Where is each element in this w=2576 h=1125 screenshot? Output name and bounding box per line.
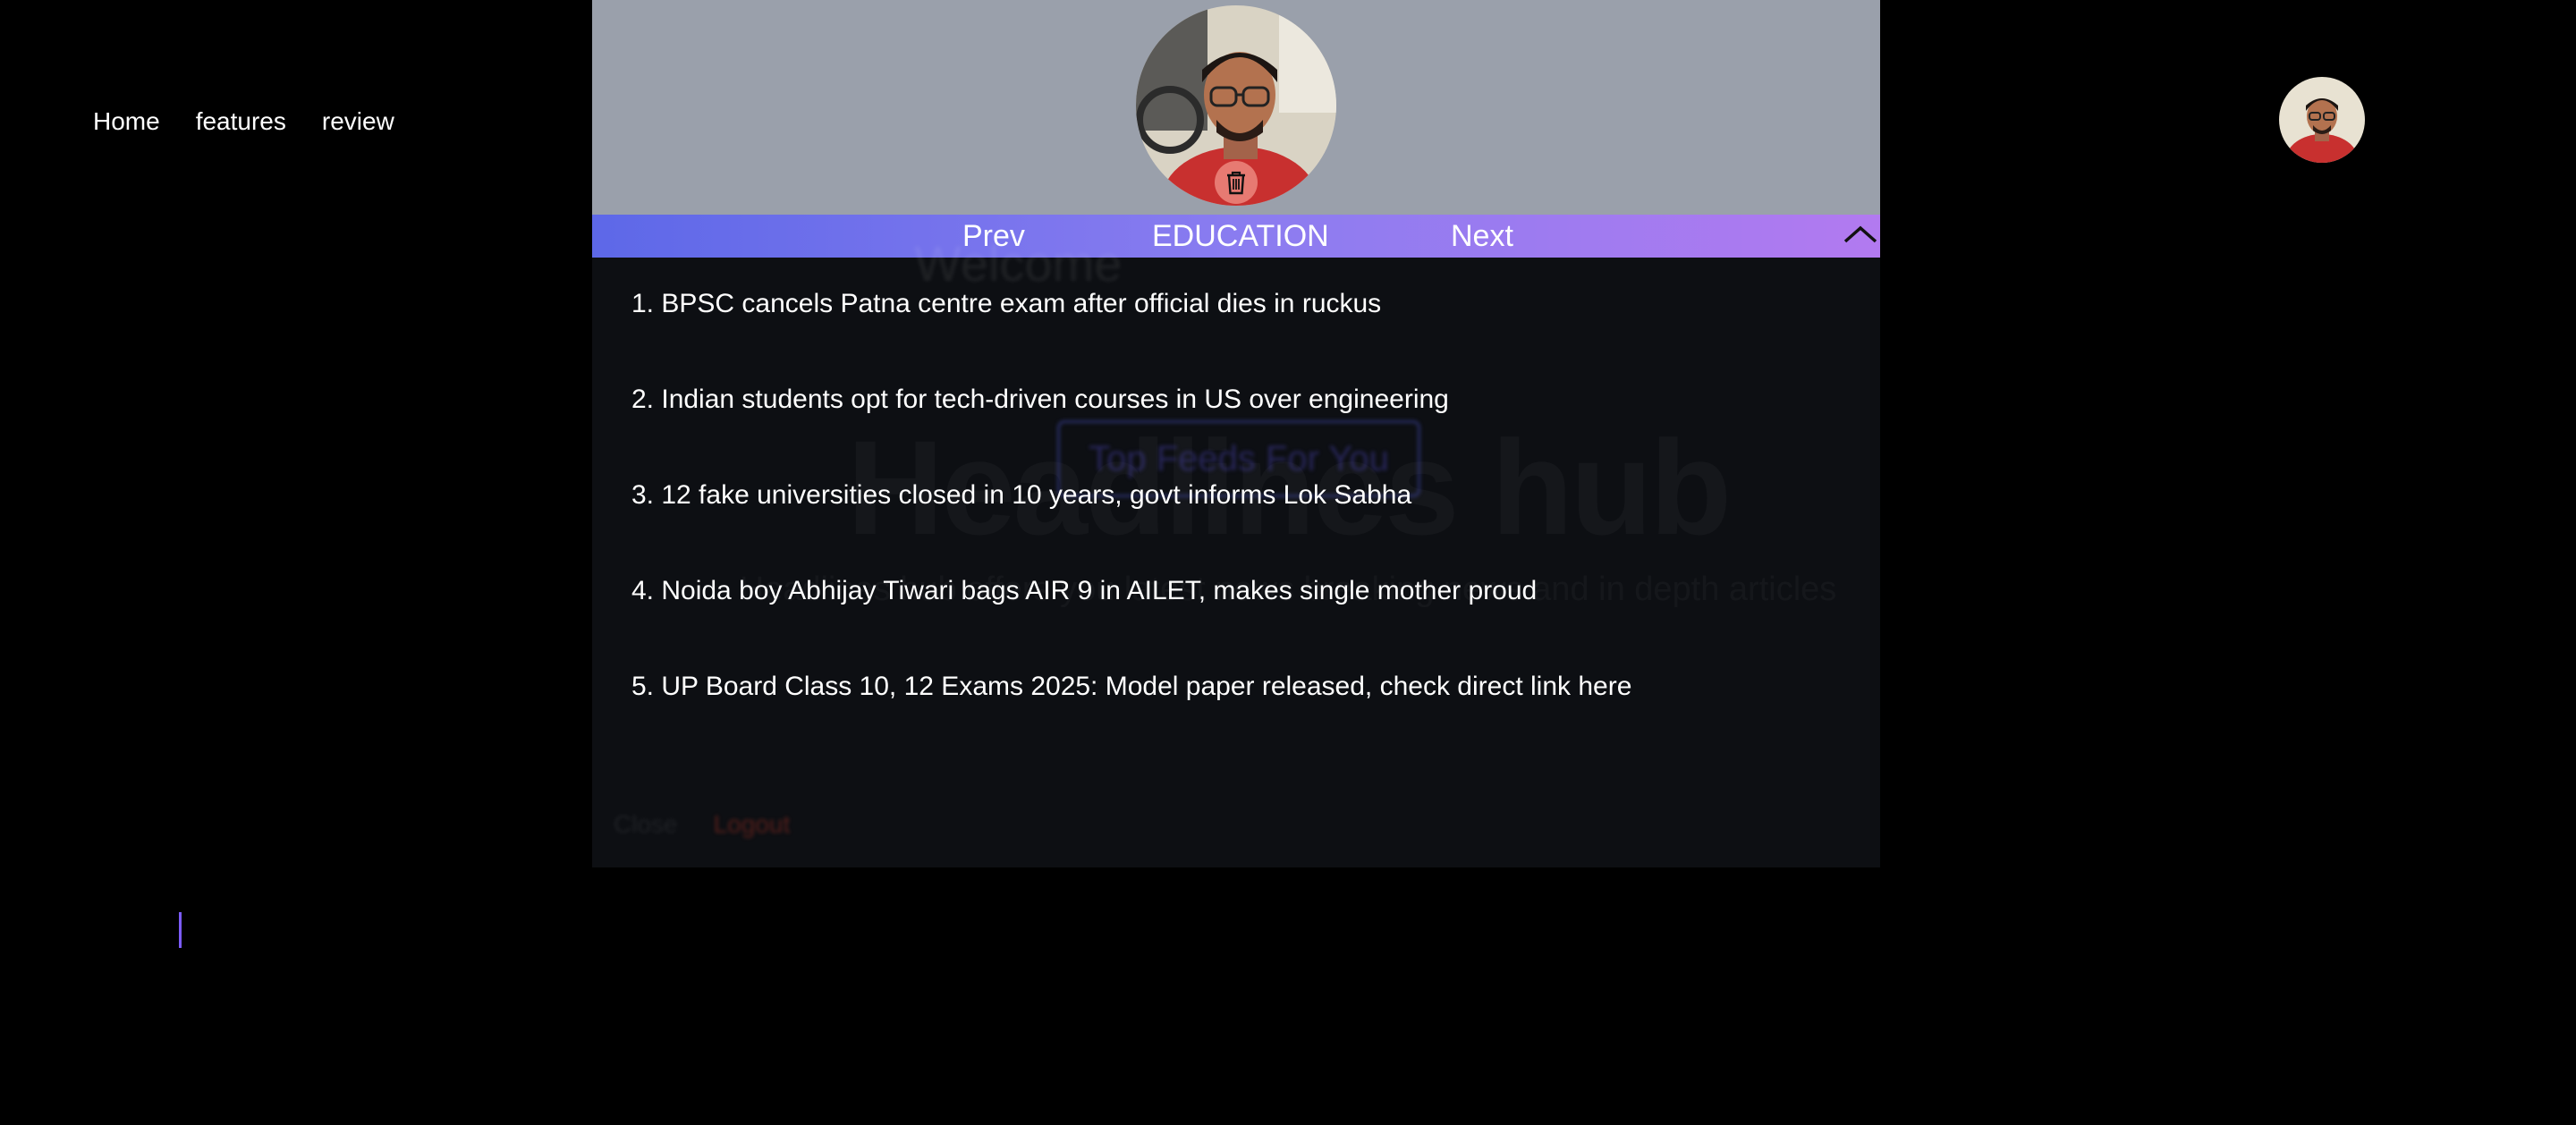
category-bar: Prev EDUCATION Next <box>592 215 1880 258</box>
nav-review-link[interactable]: review <box>322 107 394 136</box>
news-item[interactable]: 4. Noida boy Abhijay Tiwari bags AIR 9 i… <box>631 573 1631 669</box>
news-list: 1. BPSC cancels Patna centre exam after … <box>631 286 1631 765</box>
trash-icon <box>1227 171 1245 195</box>
next-category-button[interactable]: Next <box>1451 220 1513 252</box>
text-caret <box>179 912 182 948</box>
nav-home-link[interactable]: Home <box>93 107 160 136</box>
main-nav: Home features review <box>93 107 394 136</box>
user-avatar-button[interactable] <box>2279 77 2365 163</box>
news-feed-panel: Prev EDUCATION Next Welcome Top Feeds Fo… <box>592 0 1880 867</box>
avatar-image <box>2279 77 2365 163</box>
nav-features-link[interactable]: features <box>196 107 286 136</box>
ghost-links: Close Logout <box>614 810 790 839</box>
news-item[interactable]: 3. 12 fake universities closed in 10 yea… <box>631 478 1631 573</box>
chevron-up-icon[interactable] <box>1843 220 1878 250</box>
ghost-close-link: Close <box>614 810 678 838</box>
news-item[interactable]: 2. Indian students opt for tech-driven c… <box>631 382 1631 478</box>
delete-avatar-button[interactable] <box>1215 161 1258 204</box>
news-item[interactable]: 1. BPSC cancels Patna centre exam after … <box>631 286 1631 382</box>
ghost-welcome-text: Welcome <box>914 235 1123 292</box>
news-item[interactable]: 5. UP Board Class 10, 12 Exams 2025: Mod… <box>631 669 1631 765</box>
ghost-logout-link: Logout <box>713 810 791 838</box>
category-title: EDUCATION <box>1152 219 1329 253</box>
